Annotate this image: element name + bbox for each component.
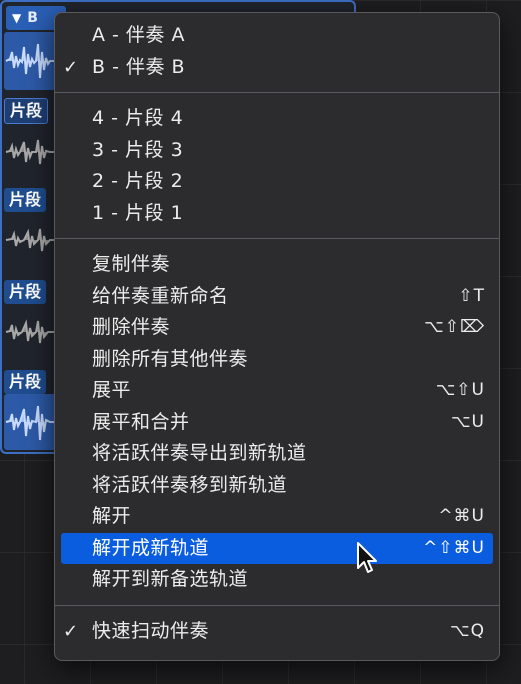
menu-item-label: 解开到新备选轨道 [92, 568, 249, 590]
arrow-cursor-icon [357, 542, 377, 573]
menu-item-label: 展平和合并 [92, 410, 190, 433]
menu-item-take-b[interactable]: ✓ B - 伴奏 B [55, 52, 499, 84]
disclosure-triangle-down-icon[interactable]: ▼ [12, 11, 21, 25]
menu-item-label: 将活跃伴奏导出到新轨道 [92, 442, 307, 464]
menu-item-label: 1 - 片段 1 [92, 201, 184, 224]
menu-item-label: B - 伴奏 B [92, 55, 186, 78]
menu-item-unpack[interactable]: 解开 ^⌘U [55, 501, 499, 533]
take-lane-waveform [4, 212, 56, 268]
menu-item-shortcut: ^⇧⌘U [423, 537, 485, 558]
menu-item-label: 删除伴奏 [92, 316, 171, 338]
menu-item-label: 给伴奏重新命名 [92, 284, 229, 307]
menu-item-delete-comp[interactable]: 删除伴奏 ⌥⇧⌦ [55, 312, 499, 344]
take-lane[interactable]: 片段 [4, 280, 56, 360]
take-lane-waveform [4, 124, 56, 180]
menu-separator [55, 604, 499, 606]
menu-item-label: 2 - 片段 2 [92, 170, 184, 192]
menu-item-comp-2[interactable]: 2 - 片段 2 [55, 166, 499, 198]
take-lane-tag: 片段 [4, 98, 49, 124]
take-lane-waveform [4, 304, 56, 360]
menu-separator [55, 238, 499, 239]
menu-item-shortcut: ⌥Q [450, 620, 485, 641]
take-folder-waveform [4, 32, 56, 90]
menu-item-delete-other-comps[interactable]: 删除所有其他伴奏 [55, 344, 499, 376]
menu-item-label: 解开成新轨道 [92, 536, 210, 559]
menu-item-take-a[interactable]: A - 伴奏 A [55, 20, 499, 52]
menu-item-rename-comp[interactable]: 给伴奏重新命名 ⇧T [55, 281, 499, 313]
take-lane-active[interactable]: 片段 [4, 370, 56, 450]
menu-item-shortcut: ⌥⇧U [435, 380, 485, 400]
menu-item-export-active-comp[interactable]: 将活跃伴奏导出到新轨道 [55, 438, 499, 470]
take-lane-tag: 片段 [4, 370, 47, 394]
menu-item-label: 复制伴奏 [92, 253, 171, 275]
menu-item-quick-swipe-comping[interactable]: ✓ 快速扫动伴奏 ⌥Q [55, 616, 499, 648]
menu-item-label: 4 - 片段 4 [92, 107, 184, 129]
menu-item-label: A - 伴奏 A [92, 24, 185, 46]
menu-item-flatten[interactable]: 展平 ⌥⇧U [55, 375, 499, 407]
menu-item-comp-1[interactable]: 1 - 片段 1 [55, 198, 499, 230]
take-lane-tag: 片段 [4, 280, 47, 304]
menu-item-unpack-to-alternative-tracks[interactable]: 解开到新备选轨道 [55, 564, 499, 596]
menu-item-shortcut: ^⌘U [438, 506, 485, 526]
menu-item-comp-3[interactable]: 3 - 片段 3 [55, 135, 499, 167]
menu-item-label: 解开 [92, 505, 132, 527]
checkmark-icon: ✓ [63, 56, 79, 78]
menu-item-label: 3 - 片段 3 [92, 138, 184, 161]
take-lane[interactable]: 片段 [4, 188, 56, 268]
menu-item-flatten-and-merge[interactable]: 展平和合并 ⌥U [55, 407, 499, 439]
menu-item-comp-4[interactable]: 4 - 片段 4 [55, 103, 499, 135]
menu-item-unpack-to-new-tracks[interactable]: 解开成新轨道 ^⇧⌘U [61, 532, 493, 564]
take-folder-label: B [27, 10, 38, 26]
menu-item-label: 删除所有其他伴奏 [92, 347, 249, 370]
take-lane[interactable]: 片段 [4, 98, 56, 180]
menu-item-duplicate-comp[interactable]: 复制伴奏 [55, 249, 499, 281]
menu-item-move-active-comp[interactable]: 将活跃伴奏移到新轨道 [55, 470, 499, 502]
menu-item-label: 快速扫动伴奏 [92, 619, 210, 642]
menu-item-label: 展平 [92, 379, 132, 401]
take-lane-waveform [4, 394, 56, 450]
menu-item-shortcut: ⇧T [458, 285, 485, 306]
checkmark-icon: ✓ [63, 620, 79, 642]
menu-item-shortcut: ⌥U [450, 411, 485, 432]
take-lane-tag: 片段 [4, 188, 47, 212]
menu-item-label: 将活跃伴奏移到新轨道 [92, 473, 288, 496]
menu-item-shortcut: ⌥⇧⌦ [424, 317, 485, 337]
take-folder-context-menu: A - 伴奏 A ✓ B - 伴奏 B 4 - 片段 4 3 - 片段 3 2 … [54, 12, 500, 661]
menu-separator [55, 92, 499, 93]
